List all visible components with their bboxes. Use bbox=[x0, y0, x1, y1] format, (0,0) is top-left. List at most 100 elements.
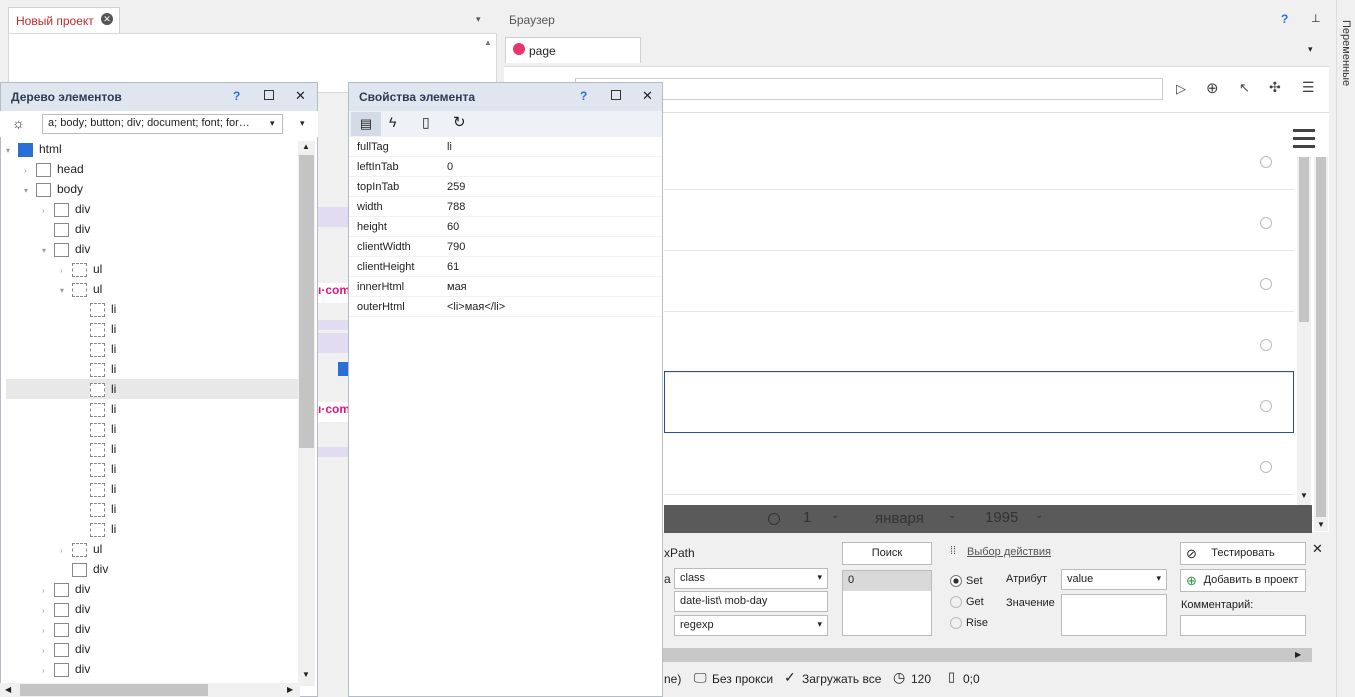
result-item[interactable]: 0 bbox=[843, 571, 931, 591]
tree-node[interactable]: › ul bbox=[6, 539, 298, 559]
list-item[interactable] bbox=[664, 130, 1294, 190]
expand-icon[interactable]: › bbox=[42, 601, 54, 621]
expand-icon[interactable]: ▾ bbox=[60, 281, 72, 301]
choose-action-link[interactable]: Выбор действия bbox=[967, 546, 1051, 558]
expand-icon[interactable]: › bbox=[24, 161, 36, 181]
tag-filter-select[interactable]: a; body; button; div; document; font; fo… bbox=[42, 114, 283, 134]
attribute-name-select[interactable]: value bbox=[1061, 569, 1167, 590]
project-tab[interactable]: Новый проект ✕ bbox=[8, 7, 120, 33]
tree-node[interactable]: li bbox=[6, 299, 298, 319]
tree-node[interactable]: › div bbox=[6, 619, 298, 639]
list-item[interactable] bbox=[664, 191, 1294, 251]
radio-icon[interactable] bbox=[1260, 339, 1272, 351]
tree-scroll-thumb[interactable] bbox=[299, 155, 314, 448]
tree-node[interactable]: li bbox=[6, 419, 298, 439]
class-value-input[interactable]: date-list\ mob-day bbox=[674, 591, 828, 612]
attribute-select[interactable]: class bbox=[674, 568, 828, 589]
load-mode-status[interactable]: Загружать все bbox=[802, 672, 881, 686]
search-button[interactable]: Поиск bbox=[842, 542, 932, 565]
help-icon[interactable]: ? bbox=[1281, 12, 1288, 26]
tree-node[interactable]: li bbox=[6, 339, 298, 359]
date-picker-bar[interactable]: 1 ⌄ января ⌄ 1995 ⌄ bbox=[664, 505, 1312, 533]
property-row[interactable]: height 60 bbox=[349, 217, 662, 237]
document-icon[interactable]: ▯ bbox=[422, 114, 430, 131]
maximize-icon[interactable] bbox=[264, 90, 274, 100]
horizontal-scrollbar[interactable] bbox=[658, 648, 1312, 662]
properties-icon[interactable]: ▤ bbox=[351, 112, 381, 136]
pin-icon[interactable]: ⊥ bbox=[1311, 12, 1321, 25]
chevron-down-icon[interactable]: ⌄ bbox=[1035, 510, 1043, 521]
chevron-down-icon[interactable]: ⌄ bbox=[948, 510, 956, 521]
settings-icon[interactable]: ☼ bbox=[12, 115, 25, 131]
address-input[interactable]: ri.ru/ bbox=[575, 78, 1163, 100]
tree-node[interactable]: li bbox=[6, 399, 298, 419]
browser-scroll-thumb[interactable] bbox=[1316, 157, 1326, 517]
add-circle-icon[interactable]: ⊕ bbox=[1206, 79, 1219, 97]
chevron-down-icon[interactable]: ⌄ bbox=[831, 510, 839, 521]
scroll-up-icon[interactable]: ▲ bbox=[302, 142, 310, 151]
property-row[interactable]: outerHtml <li>мая</li> bbox=[349, 297, 662, 317]
menu-icon[interactable]: ☰ bbox=[1302, 79, 1315, 96]
expand-icon[interactable]: › bbox=[42, 581, 54, 601]
close-icon[interactable]: ✕ bbox=[295, 88, 306, 104]
puzzle-icon[interactable]: ✣ bbox=[1269, 79, 1281, 96]
scroll-right-icon[interactable]: ▶ bbox=[287, 685, 293, 694]
tree-node[interactable]: › div bbox=[6, 659, 298, 679]
results-list[interactable]: 0 bbox=[842, 570, 932, 636]
help-icon[interactable]: ? bbox=[580, 89, 587, 103]
test-button[interactable]: ⊘ Тестировать bbox=[1180, 542, 1306, 565]
radio-icon[interactable] bbox=[1260, 400, 1272, 412]
close-icon[interactable]: ✕ bbox=[101, 13, 113, 25]
property-row[interactable]: clientHeight 61 bbox=[349, 257, 662, 277]
chevron-down-icon[interactable]: ▾ bbox=[270, 118, 275, 129]
expand-icon[interactable]: ▾ bbox=[6, 141, 18, 161]
list-item[interactable] bbox=[664, 313, 1294, 373]
add-to-project-button[interactable]: ⊕ Добавить в проект bbox=[1180, 569, 1306, 592]
scroll-down-icon[interactable]: ▼ bbox=[1317, 520, 1325, 529]
chevron-down-icon[interactable]: ▾ bbox=[300, 118, 305, 129]
tree-node[interactable]: ▾ html bbox=[6, 139, 298, 159]
tabs-dropdown-icon[interactable]: ▾ bbox=[1308, 44, 1313, 55]
property-row[interactable]: leftInTab 0 bbox=[349, 157, 662, 177]
value-textarea[interactable] bbox=[1061, 594, 1167, 636]
play-icon[interactable]: ▷ bbox=[1176, 81, 1186, 97]
timeout-value[interactable]: 120 bbox=[911, 672, 931, 686]
tree-node[interactable]: ▾ div bbox=[6, 239, 298, 259]
tree-node[interactable]: li bbox=[6, 459, 298, 479]
tree-node[interactable]: › head bbox=[6, 159, 298, 179]
refresh-icon[interactable]: ↻ bbox=[453, 113, 466, 131]
list-item[interactable] bbox=[664, 252, 1294, 312]
tree-node[interactable]: › div bbox=[6, 599, 298, 619]
property-row[interactable]: clientWidth 790 bbox=[349, 237, 662, 257]
cursor-icon[interactable]: ↖ bbox=[1239, 80, 1250, 96]
tree-node[interactable]: div bbox=[6, 559, 298, 579]
property-row[interactable]: innerHtml мая bbox=[349, 277, 662, 297]
property-row[interactable]: topInTab 259 bbox=[349, 177, 662, 197]
expand-icon[interactable]: ▾ bbox=[24, 181, 36, 201]
variables-strip[interactable] bbox=[1336, 0, 1355, 697]
radio-icon[interactable] bbox=[768, 513, 780, 525]
expand-icon[interactable]: › bbox=[60, 261, 72, 281]
radio-icon[interactable] bbox=[1260, 217, 1272, 229]
tree-node[interactable]: li bbox=[6, 379, 298, 399]
list-item[interactable] bbox=[664, 435, 1294, 495]
tree-node[interactable]: li bbox=[6, 439, 298, 459]
radio-icon[interactable] bbox=[1260, 278, 1272, 290]
highlighted-list-item[interactable] bbox=[664, 371, 1294, 433]
page-scroll-thumb[interactable] bbox=[1299, 157, 1309, 322]
scroll-up-icon[interactable]: ▲ bbox=[484, 38, 492, 47]
match-mode-select[interactable]: regexp bbox=[674, 615, 828, 636]
tree-node[interactable]: li bbox=[6, 319, 298, 339]
help-icon[interactable]: ? bbox=[233, 89, 240, 103]
radio-rise[interactable] bbox=[950, 617, 962, 629]
tree-node[interactable]: li bbox=[6, 499, 298, 519]
expand-icon[interactable]: › bbox=[42, 201, 54, 221]
tree-node[interactable]: ▾ ul bbox=[6, 279, 298, 299]
property-row[interactable]: fullTag li bbox=[349, 137, 662, 157]
tree-node[interactable]: ▾ body bbox=[6, 179, 298, 199]
close-icon[interactable]: ✕ bbox=[642, 88, 653, 104]
maximize-icon[interactable] bbox=[611, 90, 621, 100]
expand-icon[interactable]: › bbox=[42, 621, 54, 641]
dropdown-icon[interactable]: ▾ bbox=[476, 14, 481, 25]
scroll-right-icon[interactable]: ▶ bbox=[1295, 650, 1301, 659]
